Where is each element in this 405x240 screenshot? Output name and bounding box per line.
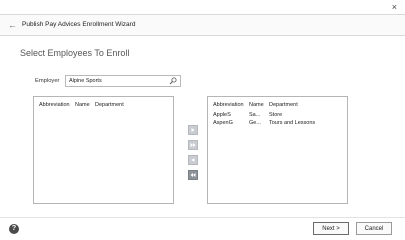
selected-list-header: Abbreviation Name Department <box>213 102 342 110</box>
search-icon[interactable] <box>169 77 177 85</box>
selected-employees-list[interactable]: Abbreviation Name Department AppleS Sa..… <box>207 96 348 204</box>
help-icon[interactable]: ? <box>9 224 19 234</box>
footer-divider <box>0 217 405 218</box>
column-header-abbreviation[interactable]: Abbreviation <box>213 102 244 108</box>
move-right-icon <box>191 128 195 132</box>
cell-department: Store <box>269 112 283 118</box>
list-item[interactable]: AspenG Ge... Tours and Lessons <box>213 120 342 127</box>
page-title: Select Employees To Enroll <box>20 48 130 58</box>
list-item[interactable]: AppleS Sa... Store <box>213 112 342 119</box>
move-all-right-icon <box>190 143 196 147</box>
wizard-title-bar: ← Publish Pay Advices Enrollment Wizard <box>0 14 405 36</box>
column-header-abbreviation[interactable]: Abbreviation <box>39 102 70 108</box>
cancel-button[interactable]: Cancel <box>356 222 392 235</box>
move-right-button[interactable] <box>188 125 198 135</box>
wizard-title: Publish Pay Advices Enrollment Wizard <box>22 21 136 28</box>
close-window-button[interactable]: × <box>392 2 397 12</box>
move-all-left-icon <box>190 173 196 177</box>
move-left-button[interactable] <box>188 155 198 165</box>
move-all-left-button[interactable] <box>188 170 198 180</box>
column-header-name[interactable]: Name <box>249 102 264 108</box>
employer-value: Alpine Sports <box>69 78 102 84</box>
employer-label: Employer <box>35 78 60 84</box>
move-left-icon <box>191 158 195 162</box>
column-header-department[interactable]: Department <box>269 102 298 108</box>
cell-department: Tours and Lessons <box>269 120 316 126</box>
cell-name: Sa... <box>249 112 261 118</box>
cell-abbreviation: AspenG <box>213 120 233 126</box>
column-header-name[interactable]: Name <box>75 102 90 108</box>
available-employees-list[interactable]: Abbreviation Name Department <box>33 96 174 204</box>
available-list-header: Abbreviation Name Department <box>39 102 168 110</box>
move-all-right-button[interactable] <box>188 140 198 150</box>
back-arrow-icon[interactable]: ← <box>8 20 17 30</box>
employer-field[interactable]: Alpine Sports <box>65 75 181 87</box>
column-header-department[interactable]: Department <box>95 102 124 108</box>
next-button[interactable]: Next > <box>313 222 349 235</box>
cell-abbreviation: AppleS <box>213 112 231 118</box>
cell-name: Ge... <box>249 120 261 126</box>
